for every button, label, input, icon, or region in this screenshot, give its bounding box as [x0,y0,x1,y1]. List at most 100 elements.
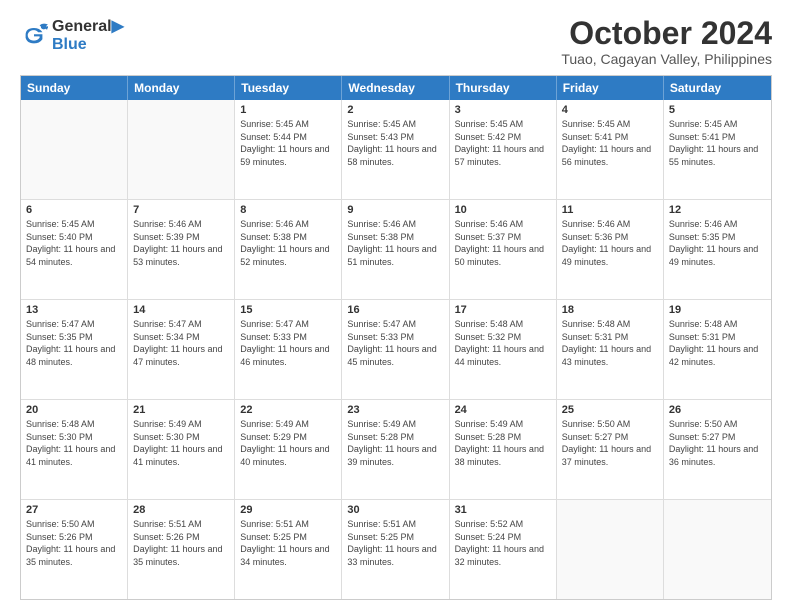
cell-info: Sunrise: 5:51 AM Sunset: 5:25 PM Dayligh… [240,518,336,568]
title-block: October 2024 Tuao, Cagayan Valley, Phili… [561,16,772,67]
location: Tuao, Cagayan Valley, Philippines [561,51,772,67]
day-number: 25 [562,404,658,416]
calendar-cell: 17 Sunrise: 5:48 AM Sunset: 5:32 PM Dayli… [450,300,557,399]
calendar-cell: 5 Sunrise: 5:45 AM Sunset: 5:41 PM Daylig… [664,100,771,199]
cell-info: Sunrise: 5:46 AM Sunset: 5:39 PM Dayligh… [133,218,229,268]
cell-info: Sunrise: 5:45 AM Sunset: 5:41 PM Dayligh… [562,118,658,168]
calendar-cell: 24 Sunrise: 5:49 AM Sunset: 5:28 PM Dayli… [450,400,557,499]
day-number: 17 [455,304,551,316]
day-number: 9 [347,204,443,216]
header-tuesday: Tuesday [235,76,342,100]
day-number: 14 [133,304,229,316]
day-number: 18 [562,304,658,316]
calendar-cell: 12 Sunrise: 5:46 AM Sunset: 5:35 PM Dayli… [664,200,771,299]
cell-info: Sunrise: 5:46 AM Sunset: 5:37 PM Dayligh… [455,218,551,268]
cell-info: Sunrise: 5:45 AM Sunset: 5:42 PM Dayligh… [455,118,551,168]
cell-info: Sunrise: 5:48 AM Sunset: 5:31 PM Dayligh… [562,318,658,368]
calendar-cell: 11Sunrise: 5:46 AM Sunset: 5:36 PM Dayli… [557,200,664,299]
month-title: October 2024 [561,16,772,51]
calendar-cell: 4 Sunrise: 5:45 AM Sunset: 5:41 PM Daylig… [557,100,664,199]
cell-info: Sunrise: 5:47 AM Sunset: 5:33 PM Dayligh… [347,318,443,368]
cell-info: Sunrise: 5:45 AM Sunset: 5:44 PM Dayligh… [240,118,336,168]
cell-info: Sunrise: 5:47 AM Sunset: 5:35 PM Dayligh… [26,318,122,368]
cell-info: Sunrise: 5:50 AM Sunset: 5:27 PM Dayligh… [562,418,658,468]
day-number: 24 [455,404,551,416]
cell-info: Sunrise: 5:49 AM Sunset: 5:30 PM Dayligh… [133,418,229,468]
calendar-cell: 13 Sunrise: 5:47 AM Sunset: 5:35 PM Dayli… [21,300,128,399]
day-number: 10 [455,204,551,216]
day-number: 15 [240,304,336,316]
day-number: 8 [240,204,336,216]
calendar-cell: 29 Sunrise: 5:51 AM Sunset: 5:25 PM Dayli… [235,500,342,599]
calendar-cell: 22Sunrise: 5:49 AM Sunset: 5:29 PM Dayli… [235,400,342,499]
day-number: 22 [240,404,336,416]
calendar-cell: 2Sunrise: 5:45 AM Sunset: 5:43 PM Daylig… [342,100,449,199]
cell-info: Sunrise: 5:48 AM Sunset: 5:30 PM Dayligh… [26,418,122,468]
calendar-cell: 30Sunrise: 5:51 AM Sunset: 5:25 PM Dayli… [342,500,449,599]
calendar-cell: 10 Sunrise: 5:46 AM Sunset: 5:37 PM Dayli… [450,200,557,299]
day-number: 16 [347,304,443,316]
cell-info: Sunrise: 5:46 AM Sunset: 5:38 PM Dayligh… [347,218,443,268]
calendar-cell: 27 Sunrise: 5:50 AM Sunset: 5:26 PM Dayli… [21,500,128,599]
header-sunday: Sunday [21,76,128,100]
day-number: 28 [133,504,229,516]
cell-info: Sunrise: 5:46 AM Sunset: 5:36 PM Dayligh… [562,218,658,268]
cell-info: Sunrise: 5:50 AM Sunset: 5:26 PM Dayligh… [26,518,122,568]
cell-info: Sunrise: 5:48 AM Sunset: 5:32 PM Dayligh… [455,318,551,368]
calendar-week-4: 20 Sunrise: 5:48 AM Sunset: 5:30 PM Dayli… [21,400,771,500]
header-wednesday: Wednesday [342,76,449,100]
header-friday: Friday [557,76,664,100]
calendar-week-5: 27 Sunrise: 5:50 AM Sunset: 5:26 PM Dayli… [21,500,771,599]
day-number: 5 [669,104,766,116]
calendar-cell: 18 Sunrise: 5:48 AM Sunset: 5:31 PM Dayli… [557,300,664,399]
day-number: 13 [26,304,122,316]
logo-text: General▶ Blue [52,16,124,54]
day-number: 12 [669,204,766,216]
calendar-cell: 15Sunrise: 5:47 AM Sunset: 5:33 PM Dayli… [235,300,342,399]
calendar: Sunday Monday Tuesday Wednesday Thursday… [20,75,772,600]
calendar-cell [21,100,128,199]
header-monday: Monday [128,76,235,100]
logo-icon [20,21,48,49]
page: General▶ Blue October 2024 Tuao, Cagayan… [0,0,792,612]
calendar-cell [128,100,235,199]
day-number: 2 [347,104,443,116]
calendar-cell: 14 Sunrise: 5:47 AM Sunset: 5:34 PM Dayli… [128,300,235,399]
header-thursday: Thursday [450,76,557,100]
calendar-header: Sunday Monday Tuesday Wednesday Thursday… [21,76,771,100]
cell-info: Sunrise: 5:48 AM Sunset: 5:31 PM Dayligh… [669,318,766,368]
day-number: 7 [133,204,229,216]
day-number: 23 [347,404,443,416]
cell-info: Sunrise: 5:46 AM Sunset: 5:35 PM Dayligh… [669,218,766,268]
day-number: 4 [562,104,658,116]
day-number: 6 [26,204,122,216]
day-number: 20 [26,404,122,416]
calendar-body: 1 Sunrise: 5:45 AM Sunset: 5:44 PM Daylig… [21,100,771,599]
calendar-cell: 31Sunrise: 5:52 AM Sunset: 5:24 PM Dayli… [450,500,557,599]
calendar-week-1: 1 Sunrise: 5:45 AM Sunset: 5:44 PM Daylig… [21,100,771,200]
cell-info: Sunrise: 5:51 AM Sunset: 5:25 PM Dayligh… [347,518,443,568]
day-number: 27 [26,504,122,516]
day-number: 29 [240,504,336,516]
calendar-week-3: 13 Sunrise: 5:47 AM Sunset: 5:35 PM Dayli… [21,300,771,400]
calendar-cell [557,500,664,599]
calendar-cell: 1 Sunrise: 5:45 AM Sunset: 5:44 PM Daylig… [235,100,342,199]
calendar-cell: 6Sunrise: 5:45 AM Sunset: 5:40 PM Daylig… [21,200,128,299]
cell-info: Sunrise: 5:49 AM Sunset: 5:28 PM Dayligh… [347,418,443,468]
cell-info: Sunrise: 5:49 AM Sunset: 5:28 PM Dayligh… [455,418,551,468]
header-saturday: Saturday [664,76,771,100]
calendar-cell: 23 Sunrise: 5:49 AM Sunset: 5:28 PM Dayli… [342,400,449,499]
calendar-cell [664,500,771,599]
cell-info: Sunrise: 5:47 AM Sunset: 5:34 PM Dayligh… [133,318,229,368]
cell-info: Sunrise: 5:51 AM Sunset: 5:26 PM Dayligh… [133,518,229,568]
cell-info: Sunrise: 5:45 AM Sunset: 5:41 PM Dayligh… [669,118,766,168]
calendar-week-2: 6Sunrise: 5:45 AM Sunset: 5:40 PM Daylig… [21,200,771,300]
day-number: 1 [240,104,336,116]
calendar-cell: 25 Sunrise: 5:50 AM Sunset: 5:27 PM Dayli… [557,400,664,499]
day-number: 26 [669,404,766,416]
calendar-cell: 7 Sunrise: 5:46 AM Sunset: 5:39 PM Daylig… [128,200,235,299]
calendar-cell: 3Sunrise: 5:45 AM Sunset: 5:42 PM Daylig… [450,100,557,199]
day-number: 19 [669,304,766,316]
calendar-cell: 16 Sunrise: 5:47 AM Sunset: 5:33 PM Dayli… [342,300,449,399]
day-number: 31 [455,504,551,516]
